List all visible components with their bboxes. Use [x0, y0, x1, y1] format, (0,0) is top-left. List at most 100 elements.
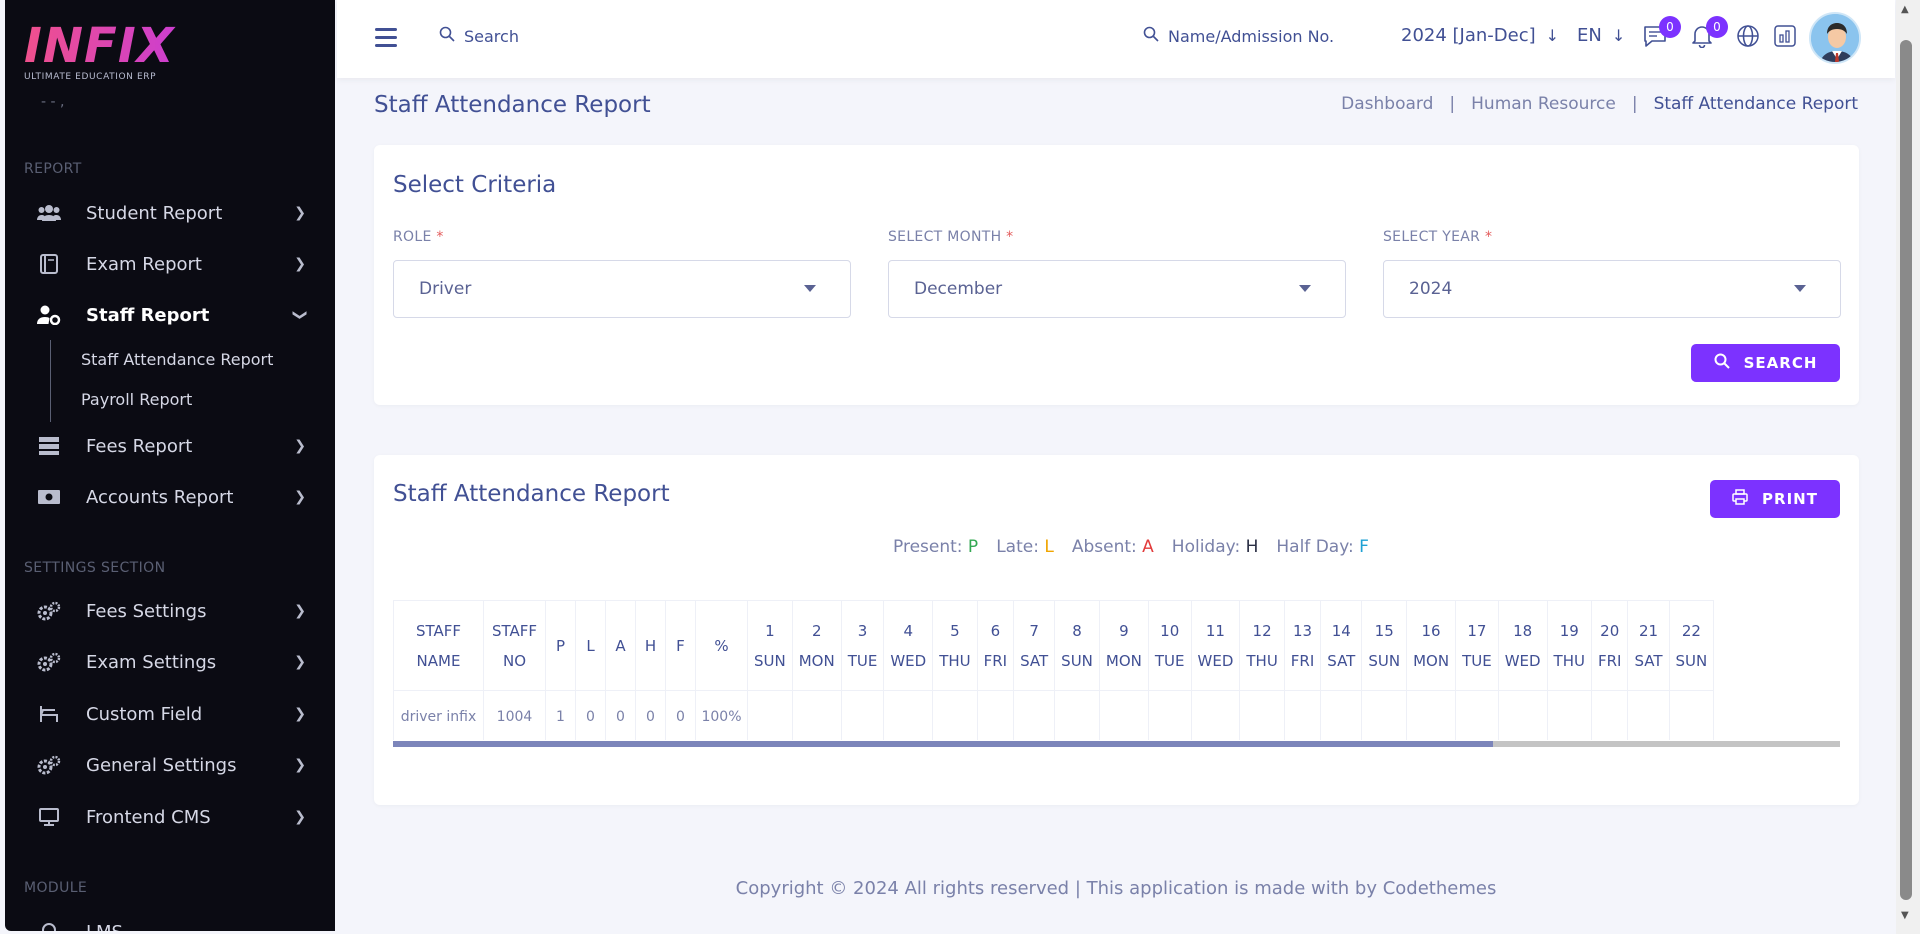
users-icon [36, 202, 62, 224]
sidebar-item-label: Staff Report [86, 304, 210, 326]
header-text: 21 [1638, 621, 1659, 640]
table-cell [1190, 690, 1241, 740]
messages-button[interactable]: 0 [1641, 16, 1681, 52]
topbar: Search Name/Admission No. 2024 [Jan-Dec]… [337, 0, 1895, 78]
footer-copyright: Copyright © 2024 All rights reserved | T… [735, 878, 1497, 899]
sidebar-item-partial[interactable]: - - , [41, 94, 64, 110]
scroll-up-icon[interactable]: ▲ [1901, 4, 1909, 15]
sidebar-item-custom-field[interactable]: Custom Field ❯ [36, 694, 316, 734]
window-scrollbar[interactable]: ▲ ▼ [1896, 0, 1920, 934]
breadcrumb-human-resource[interactable]: Human Resource [1471, 94, 1616, 114]
window-scroll-thumb[interactable] [1900, 40, 1912, 900]
chevron-right-icon: ❯ [294, 706, 306, 722]
table-cell [1147, 690, 1192, 740]
header-text: 20 [1600, 621, 1620, 640]
table-cell [1590, 690, 1629, 740]
sidebar-subitem-staff-attendance-report[interactable]: Staff Attendance Report [81, 350, 273, 369]
dashboard-stats-button[interactable] [1771, 24, 1799, 52]
chevron-right-icon: ❯ [294, 654, 306, 670]
table-header-cell: 10 TUE [1147, 600, 1192, 691]
caret-down-icon [804, 285, 816, 292]
table-header-cell: 1 SUN [747, 600, 793, 691]
table-header-cell: 18 WED [1497, 600, 1548, 691]
table-horizontal-scrollbar[interactable] [393, 741, 1840, 747]
header-text: A [615, 636, 626, 655]
table-header-cell: A [605, 600, 636, 691]
header-text: SAT [1327, 651, 1356, 670]
caret-down-icon [1794, 285, 1806, 292]
criteria-title: Select Criteria [393, 172, 557, 198]
header-text: 16 [1421, 621, 1441, 640]
table-cell [1627, 690, 1670, 740]
table-scroll-thumb[interactable] [393, 741, 1493, 747]
month-select[interactable]: December [888, 260, 1346, 318]
header-text: 4 [903, 621, 914, 640]
header-text: MON [798, 651, 835, 670]
sidebar-item-exam-report[interactable]: Exam Report ❯ [36, 244, 316, 284]
table-cell [840, 690, 885, 740]
search-icon [439, 26, 455, 46]
table-header-cell: 15 SUN [1361, 600, 1408, 691]
sidebar-item-fees-settings[interactable]: Fees Settings ❯ [36, 591, 316, 631]
print-button-label: PRINT [1762, 490, 1818, 508]
table-cell [1668, 690, 1715, 740]
year-select[interactable]: 2024 [1383, 260, 1841, 318]
name-admission-search[interactable]: Name/Admission No. [1143, 26, 1334, 46]
section-label-module: MODULE [24, 880, 88, 896]
table-body: driver infix 1004 1 0 0 0 0 100% [393, 690, 1715, 740]
header-text: 2 [811, 621, 822, 640]
header-text: FRI [1597, 651, 1622, 670]
table-cell [1054, 690, 1100, 740]
header-text: SAT [1020, 651, 1049, 670]
table-cell [1098, 690, 1149, 740]
website-button[interactable] [1734, 24, 1762, 52]
header-text: SUN [1368, 651, 1401, 670]
header-text: 1 [765, 621, 775, 640]
top-search[interactable]: Search [439, 26, 519, 46]
sidebar-item-student-report[interactable]: Student Report ❯ [36, 193, 316, 233]
scroll-down-icon[interactable]: ▼ [1901, 910, 1909, 921]
table-header-cell: 13 FRI [1283, 600, 1322, 691]
academic-year-select[interactable]: 2024 [Jan-Dec] ↓ [1401, 25, 1559, 46]
arrow-down-icon: ↓ [1545, 26, 1560, 45]
notifications-button[interactable]: 0 [1688, 16, 1728, 52]
table-cell [883, 690, 934, 740]
section-label-settings: SETTINGS SECTION [24, 560, 166, 576]
print-button[interactable]: PRINT [1710, 480, 1840, 518]
language-value: EN [1577, 25, 1602, 46]
sidebar-subitem-payroll-report[interactable]: Payroll Report [81, 390, 192, 409]
breadcrumb-dashboard[interactable]: Dashboard [1341, 94, 1433, 114]
sidebar-item-staff-report[interactable]: Staff Report ❯ [36, 295, 316, 335]
brand-logo[interactable]: INFIX ULTIMATE EDUCATION ERP [5, 0, 335, 100]
table-header-cell: 8 SUN [1054, 600, 1100, 691]
role-select[interactable]: Driver [393, 260, 851, 318]
table-cell [1455, 690, 1499, 740]
sidebar-item-accounts-report[interactable]: Accounts Report ❯ [36, 477, 316, 517]
legend-holiday: Holiday: H [1171, 537, 1259, 557]
table-header-row: STAFF NAME STAFF NO P L A H F% 1 SUN 2 MON 3 TUE 4 WED 5 T… [393, 600, 1715, 691]
header-text: 17 [1467, 621, 1487, 640]
header-text: 5 [950, 621, 960, 640]
table-cell [747, 690, 793, 740]
legend-present: Present: P [893, 537, 979, 557]
header-text: 10 [1160, 621, 1180, 640]
sidebar-item-fees-report[interactable]: Fees Report ❯ [36, 426, 316, 466]
sidebar-item-frontend-cms[interactable]: Frontend CMS ❯ [36, 797, 316, 837]
table-cell: 0 [575, 690, 606, 740]
table-header-cell: 3 TUE [840, 600, 885, 691]
money-icon [36, 486, 62, 508]
table-header-cell: 9 MON [1098, 600, 1149, 691]
sidebar-item-lms[interactable]: LMS [36, 912, 316, 931]
search-button[interactable]: SEARCH [1691, 344, 1840, 382]
header-text: % [714, 636, 729, 655]
table-cell [1497, 690, 1548, 740]
table-cell: 0 [635, 690, 666, 740]
user-avatar[interactable] [1809, 12, 1861, 64]
table-header-cell: 11 WED [1190, 600, 1241, 691]
menu-toggle-icon[interactable] [375, 28, 397, 48]
table-cell: 0 [665, 690, 696, 740]
table-header-cell: % [695, 600, 748, 691]
language-select[interactable]: EN ↓ [1577, 25, 1625, 46]
sidebar-item-general-settings[interactable]: General Settings ❯ [36, 745, 316, 785]
sidebar-item-exam-settings[interactable]: Exam Settings ❯ [36, 642, 316, 682]
